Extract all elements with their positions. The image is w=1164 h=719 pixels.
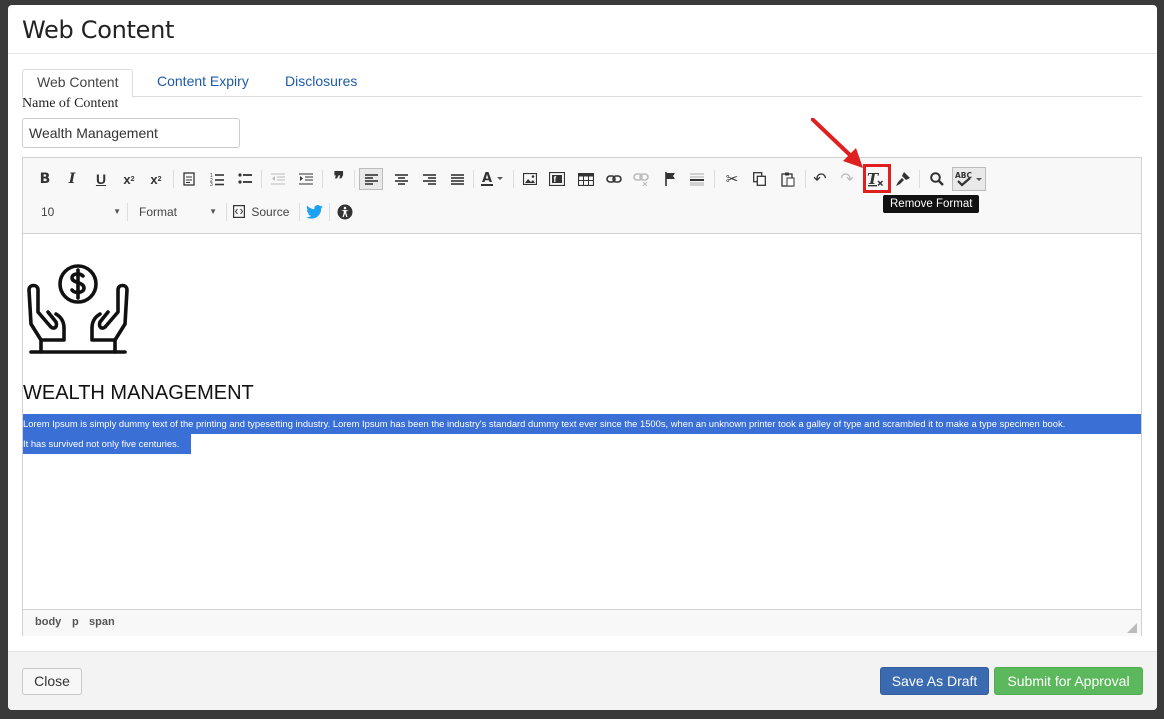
- path-item-span[interactable]: span: [89, 616, 115, 628]
- font-size-value: 10: [41, 205, 55, 219]
- superscript-icon[interactable]: x2: [144, 168, 168, 190]
- modal-footer: Close Save As Draft Submit for Approval: [8, 652, 1157, 710]
- paste-icon[interactable]: [776, 168, 800, 190]
- rich-text-editor: B I U x2 x2 123 ❞ A f ✂ ↶ ↷ T ABC 10 ▼ F…: [22, 157, 1142, 636]
- separator: [261, 170, 262, 188]
- separator: [226, 203, 227, 221]
- path-item-body[interactable]: body: [35, 616, 61, 628]
- outdent-icon[interactable]: [266, 168, 290, 190]
- resize-handle-icon[interactable]: [1127, 623, 1137, 633]
- selected-paragraph-line-2: It has survived not only five centuries.: [23, 434, 191, 454]
- chevron-down-icon: ▼: [209, 207, 217, 216]
- svg-text:3: 3: [210, 182, 213, 186]
- align-center-icon[interactable]: [389, 168, 413, 190]
- horizontal-rule-icon[interactable]: [685, 168, 709, 190]
- underline-icon[interactable]: U: [89, 168, 113, 190]
- separator: [299, 203, 300, 221]
- separator: [173, 170, 174, 188]
- separator: [805, 170, 806, 188]
- bulleted-list-icon[interactable]: [233, 168, 257, 190]
- tab-bar: Web Content Content Expiry Disclosures: [22, 69, 1142, 98]
- find-icon[interactable]: [925, 168, 949, 190]
- format-painter-icon[interactable]: [891, 168, 915, 190]
- document-heading: WEALTH MANAGEMENT: [23, 382, 254, 404]
- editor-content[interactable]: WEALTH MANAGEMENT Lorem Ipsum is simply …: [23, 234, 1141, 608]
- table-icon[interactable]: [574, 168, 598, 190]
- separator: [329, 203, 330, 221]
- twitter-icon[interactable]: [302, 201, 326, 223]
- separator: [513, 170, 514, 188]
- blockquote-icon[interactable]: ❞: [327, 167, 351, 191]
- accessibility-icon[interactable]: [333, 201, 357, 223]
- source-label: Source: [251, 205, 290, 219]
- spellcheck-icon[interactable]: ABC: [952, 167, 986, 191]
- chevron-down-icon: ▼: [113, 207, 121, 216]
- cut-icon[interactable]: ✂: [720, 168, 744, 190]
- svg-text:f: f: [554, 175, 557, 184]
- modal-title: Web Content: [22, 16, 175, 44]
- separator: [714, 170, 715, 188]
- indent-icon[interactable]: [294, 168, 318, 190]
- hands-money-icon: [27, 264, 129, 354]
- link-icon[interactable]: [602, 168, 626, 190]
- name-of-content-input[interactable]: [22, 118, 240, 148]
- unlink-icon[interactable]: [629, 168, 653, 190]
- image-icon[interactable]: [518, 168, 542, 190]
- selected-paragraph-line-1: Lorem Ipsum is simply dummy text of the …: [23, 414, 1141, 434]
- anchor-icon[interactable]: [658, 168, 682, 190]
- element-path-bar: body p span: [23, 609, 1141, 636]
- save-as-draft-button[interactable]: Save As Draft: [880, 667, 989, 695]
- numbered-list-icon[interactable]: 123: [205, 168, 229, 190]
- source-icon: [233, 205, 246, 219]
- header-divider: [8, 53, 1157, 54]
- source-button[interactable]: Source: [233, 201, 303, 223]
- italic-icon[interactable]: I: [60, 168, 84, 190]
- remove-format-tooltip: Remove Format: [883, 195, 980, 213]
- font-size-select[interactable]: 10 ▼: [41, 201, 121, 223]
- separator: [473, 170, 474, 188]
- align-left-icon[interactable]: [359, 168, 383, 190]
- separator: [354, 170, 355, 188]
- separator: [127, 203, 128, 221]
- text-color-icon[interactable]: A: [479, 168, 509, 190]
- separator: [322, 170, 323, 188]
- tab-web-content[interactable]: Web Content: [22, 69, 134, 98]
- submit-for-approval-button[interactable]: Submit for Approval: [994, 667, 1143, 695]
- flash-icon[interactable]: f: [545, 168, 569, 190]
- paste-text-icon[interactable]: [177, 168, 201, 190]
- copy-icon[interactable]: [747, 168, 771, 190]
- tab-content-expiry[interactable]: Content Expiry: [143, 69, 263, 95]
- red-arrow-annotation: [811, 118, 863, 168]
- align-right-icon[interactable]: [417, 168, 441, 190]
- subscript-icon[interactable]: x2: [117, 168, 141, 190]
- justify-icon[interactable]: [445, 168, 469, 190]
- bold-icon[interactable]: B: [33, 168, 57, 190]
- web-content-modal: Web Content Web Content Content Expiry D…: [8, 5, 1157, 710]
- path-item-p[interactable]: p: [72, 616, 79, 628]
- separator: [919, 170, 920, 188]
- format-select[interactable]: Format ▼: [139, 201, 217, 223]
- name-of-content-label: Name of Content: [22, 96, 119, 111]
- tab-disclosures[interactable]: Disclosures: [271, 69, 371, 95]
- close-button[interactable]: Close: [22, 668, 82, 695]
- format-value: Format: [139, 205, 178, 219]
- svg-text:A: A: [482, 171, 492, 186]
